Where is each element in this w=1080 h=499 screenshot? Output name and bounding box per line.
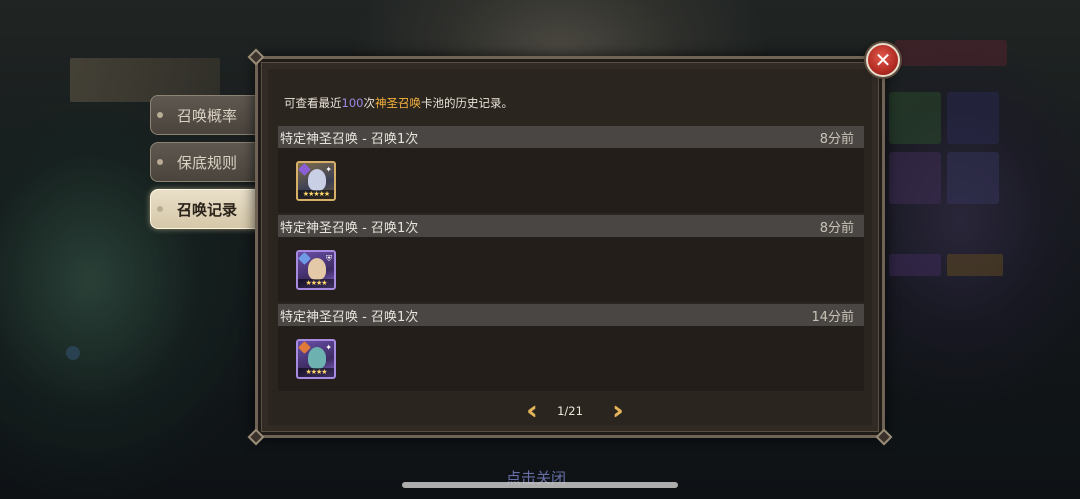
record-time: 8分前 <box>819 131 854 147</box>
record-body: ✦ ★★★★ <box>278 326 864 391</box>
star-rating: ★★★★★ <box>298 190 334 199</box>
close-icon: ✕ <box>874 48 892 72</box>
tab-pip-icon <box>157 159 163 165</box>
record-title: 特定神圣召唤 - 召唤1次 <box>280 220 419 236</box>
record-title: 特定神圣召唤 - 召唤1次 <box>280 309 419 325</box>
hero-portrait-icon[interactable]: ✦ ★★★★ <box>296 339 336 379</box>
tab-label: 保底规则 <box>177 153 238 172</box>
tab-summon-history[interactable]: 召唤记录 <box>150 189 260 229</box>
class-icon: ✦ <box>325 165 332 174</box>
hero-portrait-icon[interactable]: ⛨ ★★★★ <box>296 250 336 290</box>
tab-pity-rules[interactable]: 保底规则 <box>150 142 260 182</box>
star-rating: ★★★★ <box>298 368 334 377</box>
pool-name: 神圣召唤 <box>374 96 421 110</box>
class-icon: ✦ <box>325 343 332 352</box>
tab-pip-icon <box>157 112 163 118</box>
close-button[interactable]: ✕ <box>866 43 900 77</box>
tab-label: 召唤概率 <box>177 106 238 125</box>
record-body: ✦ ★★★★★ <box>278 148 864 213</box>
tab-label: 召唤记录 <box>177 200 238 219</box>
page-indicator: 1/21 <box>557 404 583 418</box>
record-time: 8分前 <box>819 220 854 236</box>
tab-summon-rates[interactable]: 召唤概率 <box>150 95 260 135</box>
record-header: 特定神圣召唤 - 召唤1次 8分前 <box>278 126 864 148</box>
hero-portrait-icon[interactable]: ✦ ★★★★★ <box>296 161 336 201</box>
record-body: ⛨ ★★★★ <box>278 237 864 302</box>
record-title: 特定神圣召唤 - 召唤1次 <box>280 131 419 147</box>
record-header: 特定神圣召唤 - 召唤1次 8分前 <box>278 215 864 237</box>
class-icon: ⛨ <box>326 254 332 263</box>
history-description: 可查看最近100次神圣召唤卡池的历史记录。 <box>284 96 513 110</box>
pagination: ‹‹ 1/21 ›› <box>512 398 628 424</box>
tab-pip-icon <box>157 206 163 212</box>
record-time: 14分前 <box>811 309 854 325</box>
record-header: 特定神圣召唤 - 召唤1次 14分前 <box>278 304 864 326</box>
star-rating: ★★★★ <box>298 279 334 288</box>
double-chevron-left-icon[interactable]: ‹‹ <box>512 398 542 424</box>
history-count: 100 <box>341 96 364 110</box>
double-chevron-right-icon[interactable]: ›› <box>598 398 628 424</box>
home-indicator[interactable] <box>402 482 678 488</box>
